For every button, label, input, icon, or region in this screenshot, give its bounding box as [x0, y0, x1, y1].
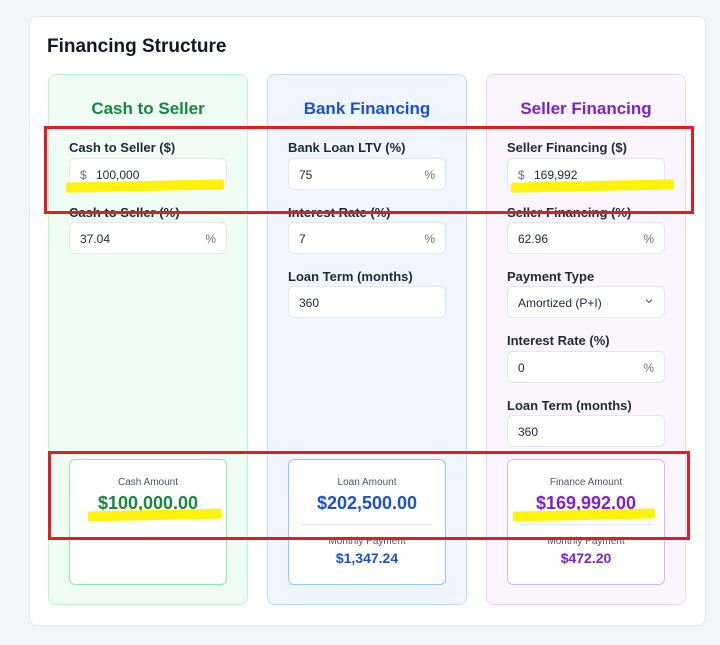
seller-rate-input[interactable]: 0 % — [507, 351, 665, 383]
cash-column-title: Cash to Seller — [91, 99, 205, 118]
page-title: Financing Structure — [47, 36, 227, 57]
seller-column-title: Seller Financing — [520, 99, 652, 118]
bank-term-label: Loan Term (months) — [288, 269, 413, 284]
seller-term-label: Loan Term (months) — [507, 398, 632, 413]
seller-term-value: 360 — [518, 425, 539, 439]
payment-type-label: Payment Type — [507, 269, 595, 284]
bank-column-title: Bank Financing — [303, 99, 431, 118]
seller-monthly-amount: $472.20 — [560, 550, 612, 566]
payment-type-select[interactable]: Amortized (P+I) — [507, 286, 665, 318]
cash-percent-input[interactable]: 37.04 % — [69, 222, 227, 254]
percent-suffix: % — [205, 232, 216, 246]
chevron-down-icon — [645, 299, 653, 304]
bank-rate-value: 7 — [299, 232, 306, 246]
seller-percent-value: 62.96 — [518, 232, 549, 246]
percent-suffix: % — [643, 232, 654, 246]
annotation-box-inputs — [44, 126, 694, 214]
seller-percent-input[interactable]: 62.96 % — [507, 222, 665, 254]
seller-term-input[interactable]: 360 — [507, 415, 665, 447]
seller-rate-value: 0 — [518, 361, 525, 375]
payment-type-value: Amortized (P+I) — [518, 296, 602, 310]
bank-term-value: 360 — [299, 296, 320, 310]
bank-monthly-amount: $1,347.24 — [335, 550, 399, 566]
bank-rate-input[interactable]: 7 % — [288, 222, 446, 254]
annotation-box-results — [48, 451, 690, 540]
seller-rate-label: Interest Rate (%) — [507, 333, 610, 348]
bank-term-input[interactable]: 360 — [288, 286, 446, 318]
cash-percent-value: 37.04 — [80, 232, 111, 246]
percent-suffix: % — [643, 361, 654, 375]
percent-suffix: % — [424, 232, 435, 246]
